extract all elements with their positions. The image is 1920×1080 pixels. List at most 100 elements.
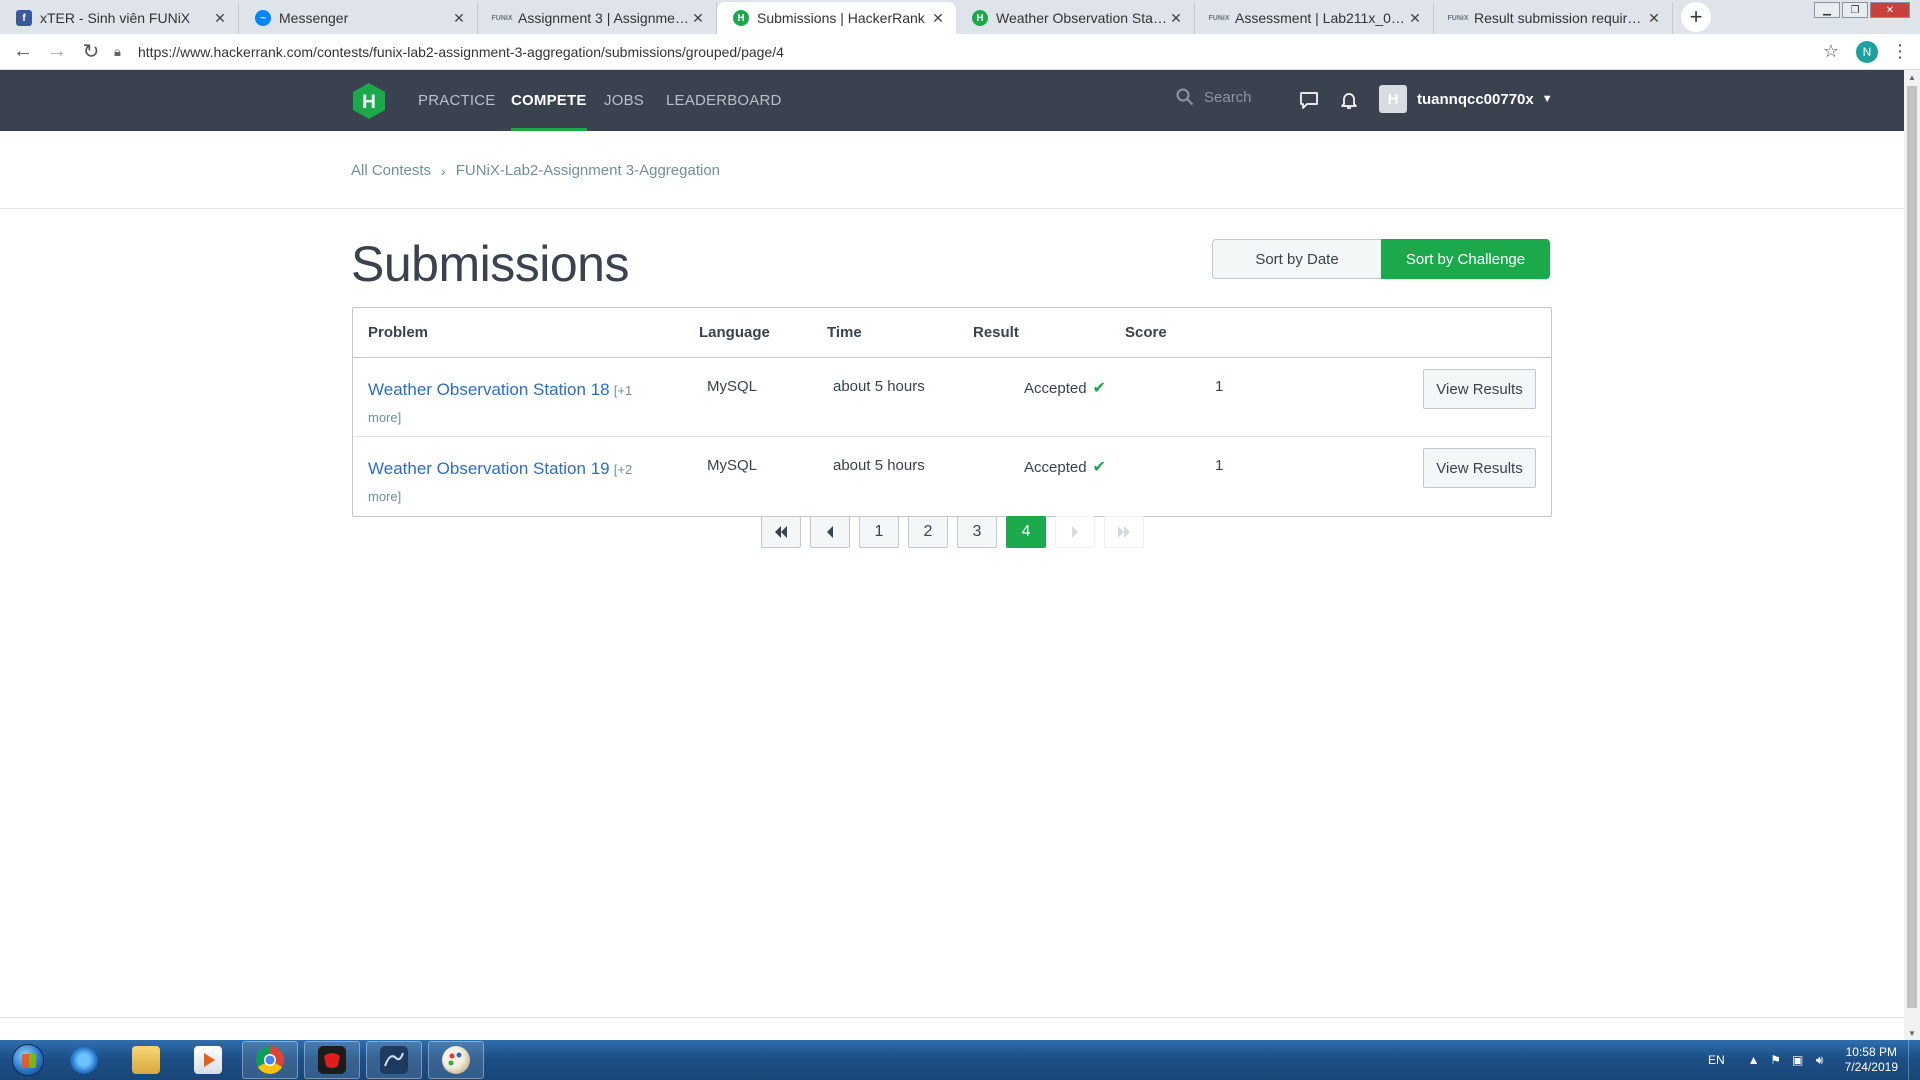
minimize-icon[interactable]: ▁	[1814, 2, 1840, 18]
funix-icon: FUNiX	[1447, 14, 1469, 22]
view-results-button[interactable]: View Results	[1423, 448, 1536, 488]
chrome-icon[interactable]	[242, 1041, 298, 1079]
table-row: Weather Observation Station 18 [+1 more]…	[353, 358, 1551, 437]
table-header: Problem Language Time Result Score	[353, 308, 1551, 358]
close-tab-icon[interactable]: ✕	[1407, 10, 1423, 27]
hackerrank-icon: H	[733, 10, 749, 26]
first-page-button[interactable]	[761, 516, 801, 548]
browser-menu-icon[interactable]: ⋮	[1888, 41, 1912, 62]
restore-icon[interactable]: ❐	[1842, 2, 1868, 18]
browser-tab-facebook[interactable]: f xTER - Sinh viên FUNiX ✕	[0, 2, 239, 34]
chevron-right-icon	[1072, 526, 1078, 538]
scrollbar-thumb[interactable]	[1907, 86, 1917, 1008]
close-tab-icon[interactable]: ✕	[930, 10, 946, 27]
browser-tab-result[interactable]: FUNiX Result submission requirement | ✕	[1434, 2, 1673, 34]
pagination: 1 2 3 4	[761, 516, 1144, 548]
chevron-down-icon: ▼	[1541, 93, 1553, 105]
sort-by-challenge-button[interactable]: Sort by Challenge	[1381, 239, 1550, 279]
result-text: Accepted	[1024, 458, 1087, 476]
sort-by-date-button[interactable]: Sort by Date	[1212, 239, 1381, 279]
language-cell: MySQL	[707, 457, 758, 474]
new-tab-button[interactable]: +	[1681, 2, 1711, 32]
notifications-bell-icon[interactable]	[1337, 88, 1361, 112]
mysql-workbench-icon[interactable]	[366, 1041, 422, 1079]
reload-icon[interactable]: ↻	[74, 35, 108, 69]
page-2-button[interactable]: 2	[908, 516, 948, 548]
page-1-button[interactable]: 1	[859, 516, 899, 548]
show-hidden-icons-icon[interactable]: ▲	[1745, 1053, 1763, 1067]
nav-jobs[interactable]: JOBS	[604, 70, 644, 131]
url-field[interactable]: 🔒︎ https://www.hackerrank.com/contests/f…	[114, 37, 1816, 67]
close-tab-icon[interactable]: ✕	[1168, 10, 1184, 27]
next-page-button[interactable]	[1055, 516, 1095, 548]
problem-link[interactable]: Weather Observation Station 18	[368, 380, 610, 399]
funix-icon: FUNiX	[491, 14, 513, 22]
score-cell: 1	[1215, 457, 1224, 474]
hackerrank-navbar: H PRACTICE COMPETE JOBS LEADERBOARD Sear…	[0, 70, 1904, 131]
profile-avatar[interactable]: N	[1856, 40, 1878, 63]
page-3-button[interactable]: 3	[957, 516, 997, 548]
hackerrank-logo-icon[interactable]: H	[351, 82, 387, 120]
double-chevron-right-icon	[1118, 526, 1130, 538]
close-tab-icon[interactable]: ✕	[690, 10, 706, 27]
url-text[interactable]: https://www.hackerrank.com/contests/funi…	[138, 44, 784, 60]
browser-tab-assessment[interactable]: FUNiX Assessment | Lab211x_0102_EN_ ✕	[1195, 2, 1434, 34]
close-tab-icon[interactable]: ✕	[451, 10, 467, 27]
sort-toggle: Sort by Date Sort by Challenge	[1212, 239, 1550, 279]
garena-icon[interactable]	[304, 1041, 360, 1079]
language-indicator[interactable]: EN	[1708, 1053, 1725, 1067]
address-bar: ← → ↻ 🔒︎ https://www.hackerrank.com/cont…	[0, 34, 1920, 70]
messages-icon[interactable]	[1297, 88, 1321, 112]
problem-cell: Weather Observation Station 18 [+1 more]	[368, 376, 648, 431]
scroll-up-icon[interactable]: ▲	[1904, 70, 1920, 84]
double-chevron-left-icon	[775, 526, 787, 538]
scroll-down-icon[interactable]: ▼	[1904, 1026, 1920, 1040]
facebook-icon: f	[16, 10, 32, 26]
lock-icon: 🔒︎	[114, 43, 121, 59]
browser-tab-messenger[interactable]: ~ Messenger ✕	[239, 2, 478, 34]
close-tab-icon[interactable]: ✕	[212, 10, 228, 27]
network-icon[interactable]: ▣	[1789, 1053, 1807, 1067]
language-cell: MySQL	[707, 378, 758, 395]
nav-compete[interactable]: COMPETE	[511, 70, 587, 131]
browser-tab-submissions[interactable]: H Submissions | HackerRank ✕	[717, 2, 956, 34]
breadcrumb-contest[interactable]: FUNiX-Lab2-Assignment 3-Aggregation	[456, 162, 720, 179]
clock[interactable]: 10:58 PM 7/24/2019	[1845, 1045, 1898, 1075]
nav-leaderboard[interactable]: LEADERBOARD	[666, 70, 782, 131]
media-player-icon[interactable]	[180, 1041, 236, 1079]
hackerrank-icon: H	[972, 10, 988, 26]
last-page-button[interactable]	[1104, 516, 1144, 548]
nav-practice[interactable]: PRACTICE	[418, 70, 495, 131]
browser-tab-weather[interactable]: H Weather Observation Station 20 ✕	[956, 2, 1195, 34]
avatar: H	[1379, 85, 1407, 113]
show-desktop-button[interactable]	[1908, 1040, 1920, 1080]
forward-icon[interactable]: →	[40, 35, 74, 69]
close-window-icon[interactable]: ✕	[1870, 2, 1910, 18]
user-menu[interactable]: H tuannqcc00770x ▼	[1379, 85, 1553, 113]
result-text: Accepted	[1024, 379, 1087, 397]
breadcrumb-all-contests[interactable]: All Contests	[351, 162, 431, 179]
window-controls: ▁ ❐ ✕	[1814, 2, 1910, 18]
volume-icon[interactable]: 🔊︎	[1811, 1053, 1829, 1068]
search-box[interactable]: Search	[1176, 88, 1252, 106]
page-4-button[interactable]: 4	[1006, 516, 1046, 548]
browser-tab-strip: f xTER - Sinh viên FUNiX ✕ ~ Messenger ✕…	[0, 0, 1920, 34]
page-title: Submissions	[351, 236, 629, 292]
action-center-flag-icon[interactable]: ⚑	[1767, 1053, 1785, 1067]
problem-link[interactable]: Weather Observation Station 19	[368, 459, 610, 478]
internet-explorer-icon[interactable]	[56, 1041, 112, 1079]
tab-title: Messenger	[279, 10, 349, 26]
start-button[interactable]	[6, 1040, 50, 1080]
header-score: Score	[1125, 324, 1167, 341]
paint-icon[interactable]	[428, 1041, 484, 1079]
file-explorer-icon[interactable]	[118, 1041, 174, 1079]
view-results-button[interactable]: View Results	[1423, 369, 1536, 409]
bookmark-star-icon[interactable]: ☆	[1816, 41, 1846, 62]
close-tab-icon[interactable]: ✕	[1646, 10, 1662, 27]
prev-page-button[interactable]	[810, 516, 850, 548]
back-icon[interactable]: ←	[6, 35, 40, 69]
page-scrollbar[interactable]: ▲ ▼	[1904, 70, 1920, 1040]
browser-tab-assignment[interactable]: FUNiX Assignment 3 | Assignment 3 | Le ✕	[478, 2, 717, 34]
windows-logo-icon	[12, 1044, 44, 1076]
tab-title: xTER - Sinh viên FUNiX	[40, 10, 191, 26]
